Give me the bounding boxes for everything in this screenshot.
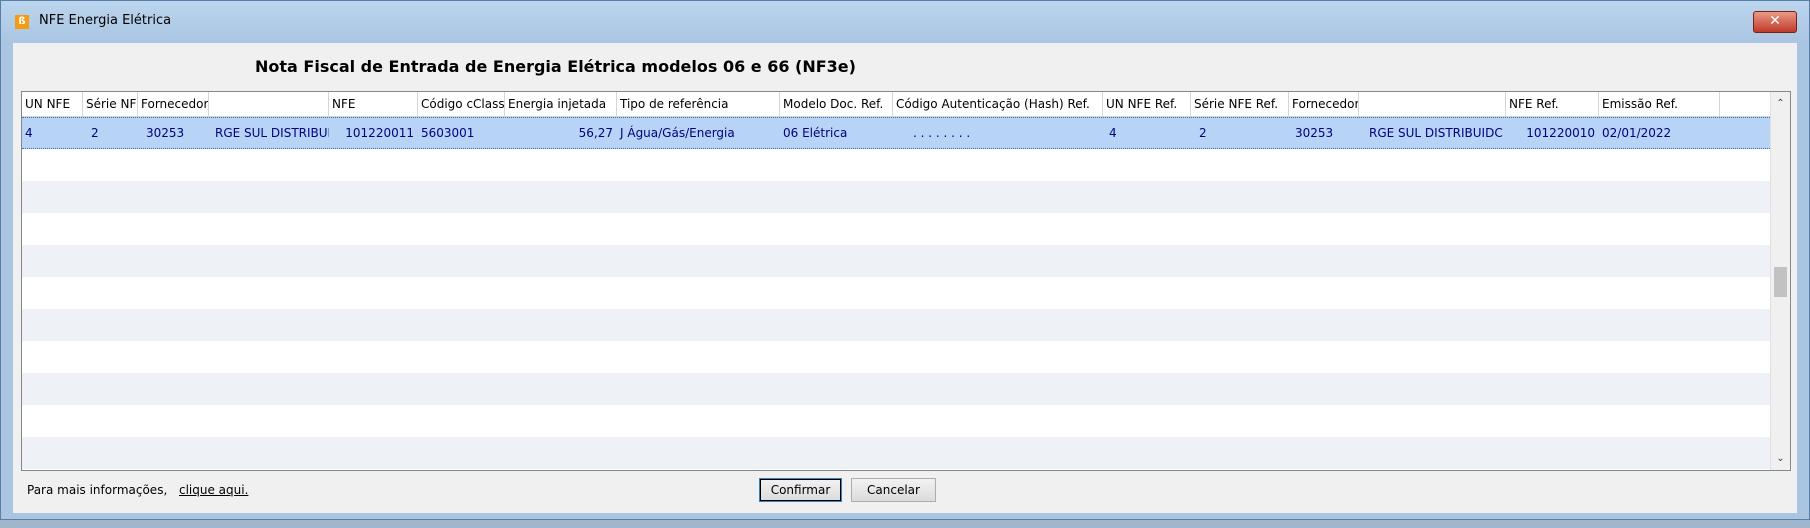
cancel-button[interactable]: Cancelar (851, 478, 936, 502)
cell-tipo-referencia: J Água/Gás/Energia (620, 126, 735, 140)
scrollbar-thumb[interactable] (1774, 267, 1787, 297)
table-row[interactable] (22, 309, 1770, 341)
table-row[interactable] (22, 245, 1770, 277)
cell-serie-nfe-ref: 2 (1199, 126, 1207, 140)
col-header-fornecedor[interactable]: Fornecedor (138, 92, 209, 116)
col-header-codigo-autenticacao[interactable]: Código Autenticação (Hash) Ref. (893, 92, 1103, 116)
app-logo-icon: ß (15, 15, 29, 29)
table-row[interactable] (22, 373, 1770, 405)
col-header-fornecedor-ref[interactable]: Fornecedor Ref. (1289, 92, 1359, 116)
cell-nfe: 101220011 (345, 126, 414, 140)
cell-un-nfe-ref: 4 (1109, 126, 1117, 140)
cell-serie-nfe: 2 (91, 126, 99, 140)
dialog-window: ß NFE Energia Elétrica ✕ Nota Fiscal de … (0, 0, 1810, 520)
grid-rows: 4 2 30253 RGE SUL DISTRIBUII 101220011 5… (22, 117, 1770, 469)
more-info-link[interactable]: clique aqui. (179, 483, 248, 497)
close-button[interactable]: ✕ (1753, 11, 1797, 33)
col-header-serie-nfe-ref[interactable]: Série NFE Ref. (1191, 92, 1289, 116)
col-header-energia-injetada[interactable]: Energia injetada (505, 92, 617, 116)
col-header-tipo-referencia[interactable]: Tipo de referência (617, 92, 780, 116)
title-bar[interactable]: ß NFE Energia Elétrica ✕ (1, 1, 1809, 43)
window-title: NFE Energia Elétrica (39, 13, 172, 28)
grid-header: UN NFE Série NFE Fornecedor NFE Código c… (22, 92, 1770, 117)
cell-un-nfe: 4 (25, 126, 33, 140)
col-header-un-nfe-ref[interactable]: UN NFE Ref. (1103, 92, 1191, 116)
col-header-nfe-ref[interactable]: NFE Ref. (1506, 92, 1599, 116)
table-row[interactable]: 4 2 30253 RGE SUL DISTRIBUII 101220011 5… (22, 117, 1770, 149)
table-row[interactable] (22, 181, 1770, 213)
table-row[interactable] (22, 149, 1770, 181)
col-header-modelo-doc-ref[interactable]: Modelo Doc. Ref. (780, 92, 893, 116)
dialog-content: Nota Fiscal de Entrada de Energia Elétri… (13, 43, 1797, 513)
cell-fornecedor: 30253 (146, 126, 185, 140)
cell-emissao-ref: 02/01/2022 (1602, 126, 1672, 140)
scroll-down-icon[interactable]: ⌄ (1771, 449, 1790, 468)
table-row[interactable] (22, 277, 1770, 309)
table-row[interactable] (22, 405, 1770, 437)
data-grid[interactable]: UN NFE Série NFE Fornecedor NFE Código c… (21, 91, 1791, 471)
page-title: Nota Fiscal de Entrada de Energia Elétri… (255, 57, 856, 76)
info-text: Para mais informações, (27, 483, 168, 497)
table-row[interactable] (22, 341, 1770, 373)
col-header-serie-nfe[interactable]: Série NFE (83, 92, 138, 116)
confirm-button[interactable]: Confirmar (759, 478, 842, 502)
table-row[interactable] (22, 437, 1770, 469)
cell-nfe-ref: 101220010 (1526, 126, 1595, 140)
col-header-fornecedor-name[interactable] (209, 92, 329, 116)
col-header-fornecedor-ref-name[interactable] (1359, 92, 1506, 116)
cell-codigo-cclass: 5603001 (421, 126, 475, 140)
cell-fornecedor-ref: 30253 (1295, 126, 1334, 140)
col-header-emissao-ref[interactable]: Emissão Ref. (1599, 92, 1720, 116)
cell-fornecedor-name: RGE SUL DISTRIBUII (215, 126, 329, 140)
col-header-nfe[interactable]: NFE (329, 92, 418, 116)
col-header-codigo-cclass[interactable]: Código cClass (418, 92, 505, 116)
cell-codigo-autenticacao: . . . . . . . . (913, 126, 971, 140)
cell-modelo-doc-ref: 06 Elétrica (783, 126, 848, 140)
table-row[interactable] (22, 213, 1770, 245)
cell-fornecedor-ref-name: RGE SUL DISTRIBUIDC (1369, 126, 1503, 140)
col-header-un-nfe[interactable]: UN NFE (22, 92, 83, 116)
cell-energia-injetada: 56,27 (578, 126, 613, 140)
scroll-up-icon[interactable]: ⌃ (1771, 94, 1790, 113)
vertical-scrollbar[interactable]: ⌃ ⌄ (1770, 92, 1790, 470)
